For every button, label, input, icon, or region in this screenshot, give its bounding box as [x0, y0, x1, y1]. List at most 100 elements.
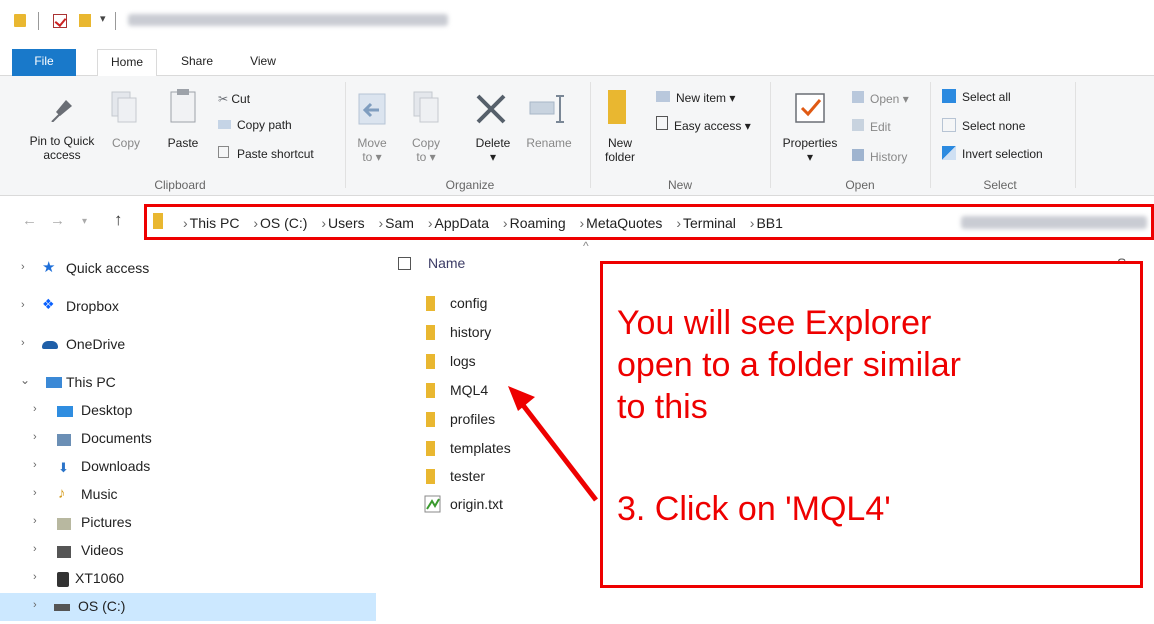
tab-file[interactable]: File [12, 49, 76, 76]
move-to-button[interactable]: Move to ▾ [350, 136, 394, 164]
title-bar: ▾ [0, 0, 1154, 40]
crumb-roaming[interactable]: Roaming [510, 215, 566, 231]
chevron-right-icon[interactable]: › [33, 487, 37, 499]
nav-item-downloads[interactable]: › ⬇ Downloads [0, 453, 376, 481]
select-all-button[interactable]: Select all [942, 89, 1011, 105]
crumb-os-c[interactable]: OS (C:) [260, 215, 307, 231]
chevron-right-icon[interactable]: › [33, 459, 37, 471]
chevron-right-icon[interactable]: › [33, 543, 37, 555]
annotation-callout: You will see Explorer open to a folder s… [600, 261, 1143, 588]
file-name: MQL4 [450, 382, 489, 398]
crumb-sam[interactable]: Sam [385, 215, 414, 231]
cut-button[interactable]: ✂ Cut [218, 91, 250, 107]
crumb-this-pc[interactable]: This PC [190, 215, 240, 231]
crumb-metaquotes[interactable]: MetaQuotes [586, 215, 662, 231]
invert-selection-button[interactable]: Invert selection [942, 146, 1043, 162]
crumb-terminal-id[interactable]: BB1 [756, 215, 782, 231]
chevron-right-icon[interactable]: › [21, 299, 25, 311]
chevron-down-icon[interactable]: ⌄ [20, 373, 30, 387]
folder-icon[interactable] [14, 14, 26, 27]
shortcut-icon [218, 146, 229, 158]
chevron-right-icon[interactable]: › [33, 515, 37, 527]
nav-item-quick-access[interactable]: › ★ Quick access [0, 255, 376, 283]
up-arrow-icon[interactable]: ↑ [114, 210, 123, 230]
chevron-right-icon[interactable]: › [33, 571, 37, 583]
nav-item-videos[interactable]: › Videos [0, 537, 376, 565]
paste-shortcut-button[interactable]: Paste shortcut [218, 146, 314, 162]
list-item[interactable]: logs [424, 349, 624, 373]
chevron-right-icon[interactable]: › [676, 215, 681, 231]
list-item[interactable]: origin.txt [424, 492, 624, 516]
chevron-right-icon[interactable]: › [321, 215, 326, 231]
nav-item-os-c[interactable]: › OS (C:) [0, 593, 376, 621]
new-item-button[interactable]: New item ▾ [656, 90, 735, 106]
select-none-button[interactable]: Select none [942, 118, 1025, 134]
list-item[interactable]: tester [424, 464, 624, 488]
tab-home[interactable]: Home [97, 49, 157, 77]
chevron-right-icon[interactable]: › [750, 215, 755, 231]
copy-to-label: Copy [411, 136, 440, 150]
chevron-right-icon[interactable]: › [33, 599, 37, 611]
chevron-right-icon[interactable]: › [580, 215, 585, 231]
copy-to-button[interactable]: Copy to ▾ [406, 136, 446, 164]
edit-button[interactable]: Edit [852, 119, 891, 135]
nav-item-music[interactable]: › ♪ Music [0, 481, 376, 509]
list-item[interactable]: history [424, 320, 624, 344]
easy-access-icon [656, 116, 668, 130]
properties-check-icon[interactable] [53, 14, 67, 28]
nav-item-dropbox[interactable]: › ❖ Dropbox [0, 293, 376, 321]
nav-item-documents[interactable]: › Documents [0, 425, 376, 453]
nav-item-this-pc[interactable]: ⌄ This PC [0, 369, 376, 397]
divider [770, 82, 771, 188]
divider [590, 82, 591, 188]
copy-path-button[interactable]: Copy path [218, 117, 292, 133]
crumb-users[interactable]: Users [328, 215, 365, 231]
nav-item-onedrive[interactable]: › OneDrive [0, 331, 376, 359]
easy-access-button[interactable]: Easy access ▾ [656, 116, 751, 134]
customize-quick-access-icon[interactable]: ▾ [100, 12, 106, 25]
chevron-right-icon[interactable]: › [21, 337, 25, 349]
group-label-organize: Organize [445, 178, 495, 192]
nav-item-xt1060[interactable]: › XT1060 [0, 565, 376, 593]
chevron-right-icon[interactable]: › [379, 215, 384, 231]
nav-label: Desktop [81, 402, 133, 418]
chevron-right-icon[interactable]: › [21, 261, 25, 273]
crumb-appdata[interactable]: AppData [435, 215, 489, 231]
new-folder-button[interactable]: New folder [600, 136, 640, 164]
list-item[interactable]: templates [424, 436, 624, 460]
nav-label: OneDrive [66, 336, 126, 352]
chevron-right-icon[interactable]: › [503, 215, 508, 231]
copy-button[interactable]: Copy [106, 136, 146, 150]
address-bar[interactable]: › This PC › OS (C:) › Users › Sam › AppData ›… [144, 204, 1154, 240]
delete-button[interactable]: Delete ▾ [470, 136, 516, 164]
properties-button[interactable]: Properties ▾ [776, 136, 844, 164]
nav-item-desktop[interactable]: › Desktop [0, 397, 376, 425]
new-folder-icon[interactable] [79, 14, 91, 27]
file-name: config [450, 295, 488, 311]
list-item[interactable]: config [424, 291, 624, 315]
forward-arrow-icon[interactable]: → [50, 212, 65, 229]
desktop-icon [57, 406, 73, 417]
rename-button[interactable]: Rename [522, 136, 576, 150]
tab-share[interactable]: Share [172, 49, 222, 76]
crumb-terminal[interactable]: Terminal [683, 215, 736, 231]
recent-locations-icon[interactable]: ▾ [82, 216, 87, 227]
paste-button[interactable]: Paste [162, 136, 204, 150]
tab-view[interactable]: View [240, 49, 286, 76]
nav-item-pictures[interactable]: › Pictures [0, 509, 376, 537]
chevron-right-icon: › [183, 215, 188, 231]
list-item[interactable]: profiles [424, 407, 624, 431]
group-label-select: Select [983, 178, 1017, 192]
pin-to-quick-access-button[interactable]: Pin to Quick access [18, 134, 106, 162]
back-arrow-icon[interactable]: ← [22, 212, 37, 229]
chevron-right-icon[interactable]: › [33, 431, 37, 443]
history-button[interactable]: History [852, 149, 907, 165]
column-header-name[interactable]: Name [428, 255, 465, 271]
nav-label: Quick access [66, 260, 150, 276]
list-item-mql4[interactable]: MQL4 [424, 378, 624, 402]
chevron-right-icon[interactable]: › [33, 403, 37, 415]
chevron-right-icon[interactable]: › [428, 215, 433, 231]
open-button[interactable]: Open ▾ [852, 91, 909, 107]
chevron-right-icon[interactable]: › [253, 215, 258, 231]
select-all-checkbox[interactable] [398, 257, 411, 270]
